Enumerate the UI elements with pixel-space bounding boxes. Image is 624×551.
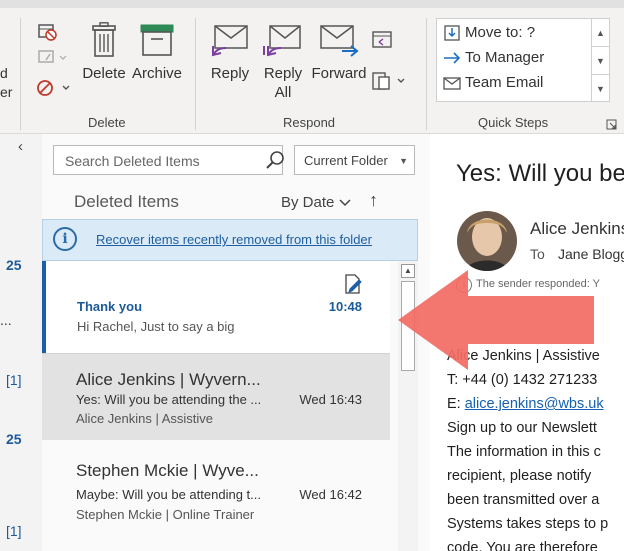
body-line: code. You are therefore: [447, 540, 598, 551]
envelope-icon: [443, 77, 461, 90]
reply-all-button[interactable]: Reply All: [259, 22, 307, 102]
list-item[interactable]: Thank you 10:48 Hi Rachel, Just to say a…: [42, 261, 390, 353]
body-line: E: alice.jenkins@wbs.uk: [447, 396, 604, 412]
move-to-icon: [444, 25, 460, 41]
sort-by-dropdown[interactable]: By Date: [281, 194, 351, 211]
folder-count[interactable]: [1]: [6, 523, 22, 539]
recover-items-link[interactable]: Recover items recently removed from this…: [96, 232, 372, 247]
forward-label: Forward: [311, 65, 367, 82]
avatar[interactable]: [457, 211, 517, 271]
draft-edit-icon: [345, 274, 362, 294]
list-item[interactable]: Stephen Mckie | Wyve... Maybe: Will you …: [42, 439, 390, 533]
list-item[interactable]: Alice Jenkins | Wyvern... Yes: Will you …: [42, 353, 390, 439]
message-preview: Stephen Mckie | Online Trainer: [76, 507, 255, 522]
collapse-folder-pane-icon[interactable]: ‹: [18, 138, 23, 155]
reply-all-label-1: Reply: [263, 65, 303, 82]
junk-icon[interactable]: [36, 77, 72, 104]
delete-label: Delete: [82, 65, 126, 82]
arrow-right-icon: [444, 52, 461, 64]
search-scope-label: Current Folder: [304, 153, 388, 168]
to-label: To: [530, 246, 545, 262]
red-arrow-annotation: [398, 270, 594, 370]
body-line: T: +44 (0) 1432 271233: [447, 372, 598, 388]
email-subject: Yes: Will you be: [456, 160, 624, 187]
message-subject: Yes: Will you be attending the ...: [76, 392, 262, 407]
info-icon: i: [53, 227, 77, 251]
archive-button[interactable]: Archive: [131, 22, 183, 83]
cut-ribbon-label-2: er: [0, 84, 13, 100]
recover-items-bar: i Recover items recently removed from th…: [42, 219, 418, 261]
body-line: recipient, please notify: [447, 468, 592, 484]
email-recipient[interactable]: Jane Blogg: [558, 246, 624, 262]
quick-step-move-to[interactable]: Move to: ?: [443, 21, 535, 45]
quick-steps-scroller: ▲ ▼ ▼: [591, 19, 609, 101]
forward-button[interactable]: Forward: [310, 22, 368, 83]
folder-count[interactable]: [1]: [6, 372, 22, 388]
sort-label: By Date: [281, 194, 335, 211]
message-sender: Thank you: [77, 299, 143, 314]
chevron-down-icon: ▼: [399, 156, 408, 166]
ribbon-separator: [195, 18, 196, 130]
quick-step-label: Team Email: [465, 74, 544, 91]
body-line: Systems takes steps to p: [447, 516, 609, 532]
sort-direction-button[interactable]: ↑: [369, 190, 378, 211]
reply-all-icon: [263, 25, 301, 57]
folder-count[interactable]: 25: [6, 431, 22, 447]
message-sender: Stephen Mckie | Wyve...: [76, 461, 259, 480]
ribbon-separator: [20, 18, 21, 130]
quick-steps-group-label: Quick Steps: [478, 115, 549, 130]
folder-pane: ‹ 25 ... [1] 25 [1]: [0, 134, 42, 551]
cut-ribbon-label: d: [0, 65, 8, 81]
message-time: 10:48: [328, 299, 362, 314]
message-preview: Hi Rachel, Just to say a big: [77, 319, 235, 334]
folder-title: Deleted Items: [74, 192, 179, 211]
message-time: Wed 16:42: [299, 487, 362, 502]
email-sender[interactable]: Alice Jenkins: [530, 219, 624, 239]
quick-step-label: To Manager: [465, 49, 545, 66]
search-scope-dropdown[interactable]: Current Folder ▼: [294, 145, 415, 175]
email-link[interactable]: alice.jenkins@wbs.uk: [465, 396, 604, 412]
scroll-up-icon[interactable]: ▲: [592, 19, 609, 47]
quick-step-to-manager[interactable]: To Manager: [443, 46, 544, 70]
body-line: Sign up to our Newslett: [447, 420, 597, 436]
reply-all-label-2: All: [274, 84, 292, 101]
ribbon-separator: [426, 18, 427, 130]
forward-icon: [320, 25, 359, 57]
ribbon: d er Delete Archive Delete Reply Reply A…: [0, 0, 624, 134]
delete-button[interactable]: Delete: [80, 22, 128, 83]
body-line: The information in this c: [447, 444, 601, 460]
message-list-pane: Search Deleted Items Current Folder ▼ De…: [42, 134, 430, 551]
quick-steps-gallery: Move to: ? To Manager Team Email ▲ ▼ ▼: [436, 18, 610, 102]
search-input[interactable]: Search Deleted Items: [53, 145, 283, 175]
delete-group-label: Delete: [88, 115, 126, 130]
chevron-down-icon: [339, 199, 351, 207]
ignore-icon[interactable]: [36, 22, 58, 47]
scroll-down-icon[interactable]: ▼: [592, 47, 609, 75]
meeting-reply-icon[interactable]: [371, 28, 393, 55]
quick-step-label: Move to: ?: [465, 24, 536, 41]
quick-step-team-email[interactable]: Team Email: [443, 71, 543, 95]
trash-icon: [92, 22, 116, 57]
expand-gallery-icon[interactable]: ▼: [592, 75, 609, 102]
more-respond-icon[interactable]: [371, 70, 409, 97]
reply-icon: [212, 25, 248, 57]
respond-group-label: Respond: [283, 115, 336, 130]
body-line: been transmitted over a: [447, 492, 600, 508]
search-icon[interactable]: [262, 145, 288, 175]
reply-label: Reply: [210, 65, 250, 82]
archive-label: Archive: [131, 65, 183, 82]
dialog-launcher-icon[interactable]: [606, 117, 617, 135]
clean-up-icon[interactable]: [36, 48, 70, 71]
ribbon-top-strip: [0, 0, 624, 8]
email-prefix: E:: [447, 396, 465, 412]
archive-icon: [140, 24, 174, 56]
message-subject: Maybe: Will you be attending t...: [76, 487, 261, 502]
reply-button[interactable]: Reply: [206, 22, 254, 83]
message-preview: Alice Jenkins | Assistive: [76, 411, 214, 426]
folder-ellipsis: ...: [0, 312, 12, 328]
message-sender: Alice Jenkins | Wyvern...: [76, 370, 261, 389]
message-time: Wed 16:43: [299, 392, 362, 407]
folder-count[interactable]: 25: [6, 257, 22, 273]
